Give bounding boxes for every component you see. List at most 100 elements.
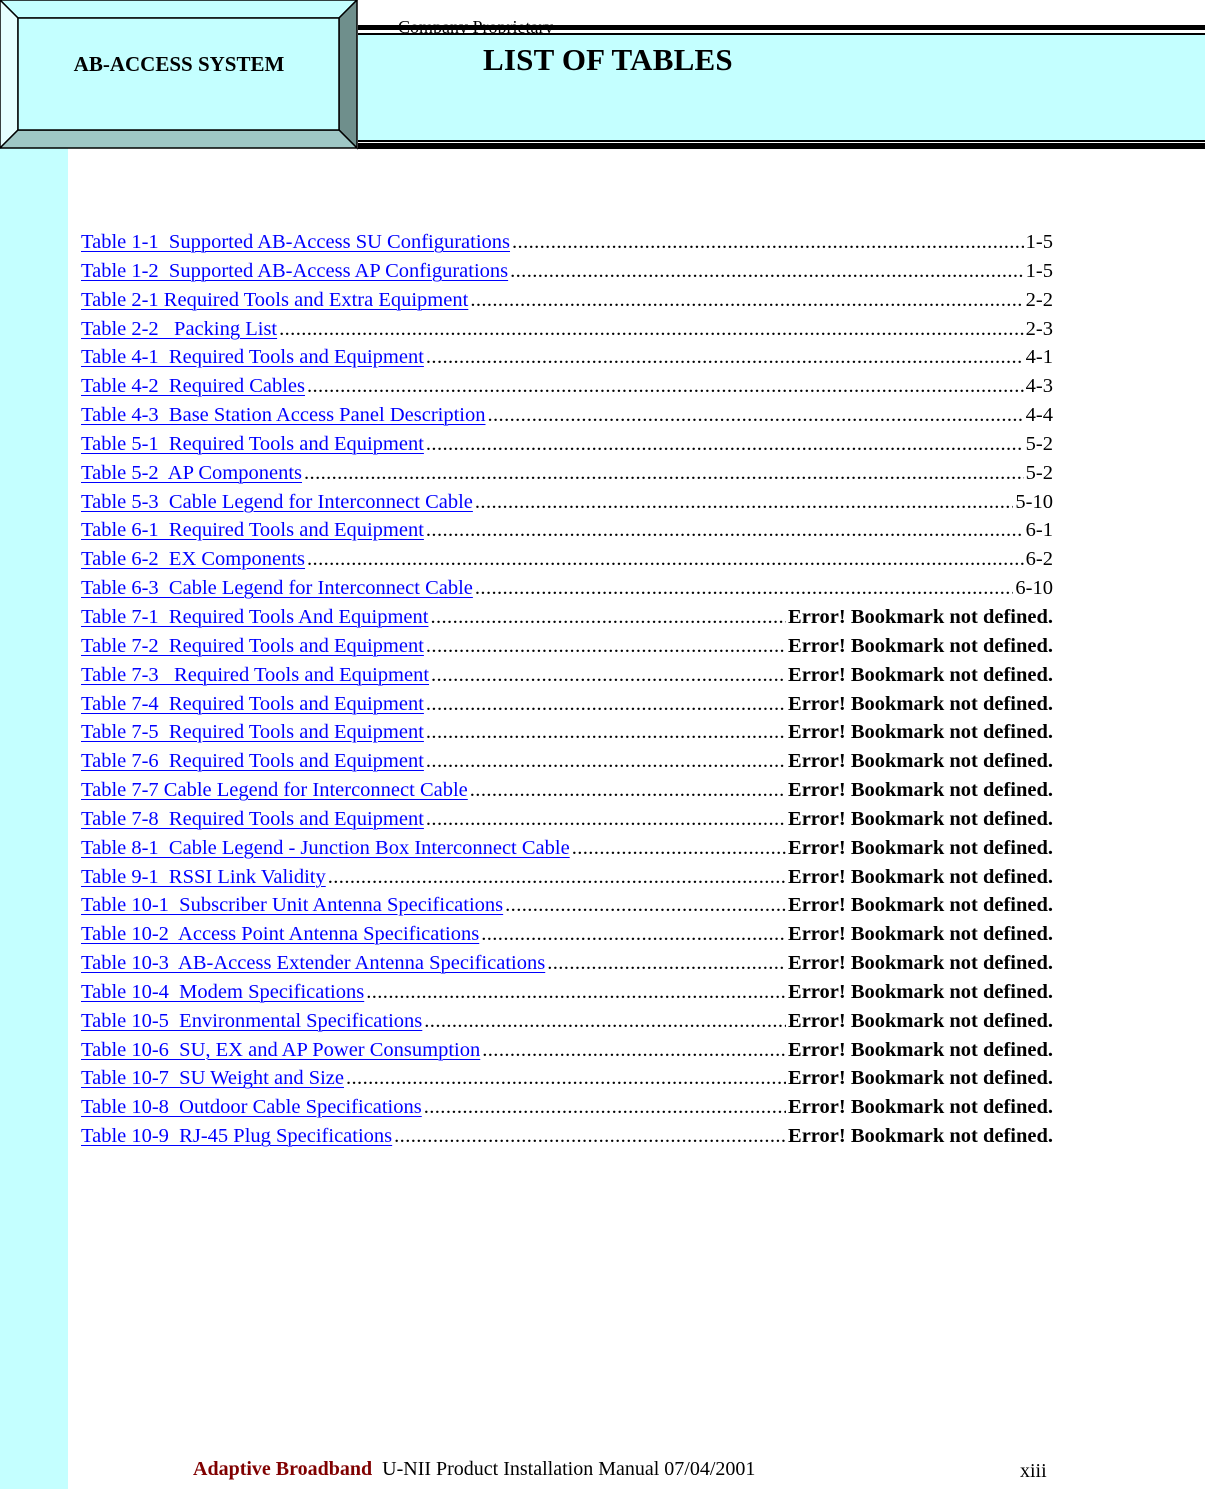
toc-dot-leader — [470, 776, 786, 804]
toc-dot-leader — [510, 257, 1024, 285]
toc-entry: Table 6-1 Required Tools and Equipment 6-… — [81, 516, 1053, 545]
toc-dot-leader — [430, 603, 786, 631]
toc-dot-leader — [304, 459, 1024, 487]
toc-entry-page: 6-1 — [1025, 519, 1053, 542]
toc-entry-link[interactable]: Table 10-6 SU, EX and AP Power Consumpti… — [81, 1036, 480, 1064]
toc-dot-leader — [424, 1093, 786, 1121]
toc-entry-page: 5-2 — [1025, 432, 1053, 455]
toc-entry-link[interactable]: Table 6-3 Cable Legend for Interconnect … — [81, 574, 473, 602]
toc-entry-link[interactable]: Table 10-9 RJ-45 Plug Specifications — [81, 1122, 392, 1150]
toc-entry-error: Error! Bookmark not defined. — [788, 779, 1053, 802]
toc-entry-link[interactable]: Table 10-7 SU Weight and Size — [81, 1064, 344, 1092]
toc-dot-leader — [475, 488, 1014, 516]
toc-dot-leader — [426, 343, 1024, 371]
toc-entry-link[interactable]: Table 2-1 Required Tools and Extra Equip… — [81, 286, 468, 314]
band-rules-overlay — [358, 25, 1205, 35]
toc-entry: Table 10-7 SU Weight and Size Error! Book… — [81, 1064, 1053, 1093]
toc-entry-page: 4-3 — [1025, 375, 1053, 398]
toc-entry-link[interactable]: Table 5-2 AP Components — [81, 459, 302, 487]
toc-entry: Table 7-7 Cable Legend for Interconnect … — [81, 776, 1053, 805]
toc-entry-link[interactable]: Table 7-7 Cable Legend for Interconnect … — [81, 776, 468, 804]
toc-entry-link[interactable]: Table 1-1 Supported AB-Access SU Configu… — [81, 228, 510, 256]
toc-entry-error: Error! Bookmark not defined. — [788, 721, 1053, 744]
toc-entry: Table 7-5 Required Tools and Equipment Er… — [81, 718, 1053, 747]
toc-entry-error: Error! Bookmark not defined. — [788, 836, 1053, 859]
toc-entry-error: Error! Bookmark not defined. — [788, 923, 1053, 946]
toc-entry-link[interactable]: Table 10-8 Outdoor Cable Specifications — [81, 1093, 422, 1121]
toc-entry-link[interactable]: Table 10-3 AB-Access Extender Antenna Sp… — [81, 949, 545, 977]
toc-entry: Table 4-2 Required Cables 4-3 — [81, 372, 1053, 401]
toc-entry-link[interactable]: Table 7-3 Required Tools and Equipment — [81, 661, 429, 689]
toc-entry: Table 10-5 Environmental Specifications E… — [81, 1007, 1053, 1036]
toc-entry-link[interactable]: Table 4-1 Required Tools and Equipment — [81, 343, 424, 371]
toc-dot-leader — [424, 1007, 786, 1035]
footer-brand: Adaptive Broadband — [193, 1458, 373, 1480]
toc-dot-leader — [431, 661, 786, 689]
toc-entry-link[interactable]: Table 2-2 Packing List — [81, 315, 277, 343]
toc-dot-leader — [488, 401, 1024, 429]
toc-entry-link[interactable]: Table 7-2 Required Tools and Equipment — [81, 632, 424, 660]
toc-entry: Table 1-1 Supported AB-Access SU Configu… — [81, 228, 1053, 257]
toc-entry: Table 7-2 Required Tools and Equipment Er… — [81, 632, 1053, 661]
page-title: LIST OF TABLES — [483, 42, 733, 77]
footer-page-number: xiii — [1020, 1460, 1047, 1482]
toc-entry-link[interactable]: Table 9-1 RSSI Link Validity — [81, 863, 326, 891]
toc-entry: Table 10-4 Modem Specifications Error! Bo… — [81, 978, 1053, 1007]
toc-entry-link[interactable]: Table 7-5 Required Tools and Equipment — [81, 718, 424, 746]
toc-entry-link[interactable]: Table 4-3 Base Station Access Panel Desc… — [81, 401, 486, 429]
toc-entry-link[interactable]: Table 7-8 Required Tools and Equipment — [81, 805, 424, 833]
toc-entry: Table 9-1 RSSI Link Validity Error! Bookm… — [81, 863, 1053, 892]
toc-entry: Table 5-2 AP Components 5-2 — [81, 459, 1053, 488]
toc-entry-link[interactable]: Table 1-2 Supported AB-Access AP Configu… — [81, 257, 508, 285]
toc-entry: Table 4-1 Required Tools and Equipment 4-… — [81, 343, 1053, 372]
toc-dot-leader — [481, 920, 786, 948]
toc-entry: Table 6-3 Cable Legend for Interconnect … — [81, 574, 1053, 603]
toc-entry-link[interactable]: Table 5-3 Cable Legend for Interconnect … — [81, 488, 473, 516]
toc-entry-link[interactable]: Table 10-1 Subscriber Unit Antenna Speci… — [81, 891, 503, 919]
toc-entry-link[interactable]: Table 6-2 EX Components — [81, 545, 305, 573]
toc-entry: Table 1-2 Supported AB-Access AP Configu… — [81, 257, 1053, 286]
toc-entry-error: Error! Bookmark not defined. — [788, 1125, 1053, 1148]
toc-entry-link[interactable]: Table 10-5 Environmental Specifications — [81, 1007, 422, 1035]
toc-entry-link[interactable]: Table 4-2 Required Cables — [81, 372, 305, 400]
toc-dot-leader — [426, 747, 786, 775]
toc-dot-leader — [505, 891, 786, 919]
toc-dot-leader — [572, 834, 786, 862]
toc-dot-leader — [366, 978, 786, 1006]
toc-entry: Table 6-2 EX Components 6-2 — [81, 545, 1053, 574]
toc-entry-error: Error! Bookmark not defined. — [788, 750, 1053, 773]
toc-dot-leader — [475, 574, 1014, 602]
toc-entry-error: Error! Bookmark not defined. — [788, 1067, 1053, 1090]
toc-entry: Table 7-8 Required Tools and Equipment Er… — [81, 805, 1053, 834]
toc-entry-link[interactable]: Table 5-1 Required Tools and Equipment — [81, 430, 424, 458]
toc-dot-leader — [426, 430, 1024, 458]
toc-entry-link[interactable]: Table 8-1 Cable Legend - Junction Box In… — [81, 834, 570, 862]
toc-dot-leader — [426, 516, 1024, 544]
toc-entry-page: 4-4 — [1025, 404, 1053, 427]
toc-entry: Table 4-3 Base Station Access Panel Desc… — [81, 401, 1053, 430]
toc-dot-leader — [328, 863, 786, 891]
toc-entry: Table 10-1 Subscriber Unit Antenna Speci… — [81, 891, 1053, 920]
page-footer: Adaptive Broadband U-NII Product Installa… — [193, 1458, 755, 1481]
toc-entry: Table 10-3 AB-Access Extender Antenna Sp… — [81, 949, 1053, 978]
toc-entry: Table 7-1 Required Tools And Equipment Er… — [81, 603, 1053, 632]
toc-entry-page: 4-1 — [1025, 346, 1053, 369]
toc-entry-error: Error! Bookmark not defined. — [788, 605, 1053, 628]
toc-entry-error: Error! Bookmark not defined. — [788, 865, 1053, 888]
toc-entry-page: 2-2 — [1025, 288, 1053, 311]
toc-dot-leader — [426, 632, 786, 660]
list-of-tables: Table 1-1 Supported AB-Access SU Configu… — [81, 228, 1053, 1151]
toc-dot-leader — [426, 718, 786, 746]
toc-entry-link[interactable]: Table 7-6 Required Tools and Equipment — [81, 747, 424, 775]
toc-entry: Table 8-1 Cable Legend - Junction Box In… — [81, 834, 1053, 863]
toc-entry-link[interactable]: Table 6-1 Required Tools and Equipment — [81, 516, 424, 544]
toc-dot-leader — [346, 1064, 786, 1092]
system-badge: AB-ACCESS SYSTEM — [0, 0, 358, 150]
toc-entry-link[interactable]: Table 10-2 Access Point Antenna Specific… — [81, 920, 479, 948]
toc-entry-link[interactable]: Table 7-1 Required Tools And Equipment — [81, 603, 428, 631]
toc-dot-leader — [512, 228, 1024, 256]
toc-entry-link[interactable]: Table 10-4 Modem Specifications — [81, 978, 364, 1006]
toc-entry-link[interactable]: Table 7-4 Required Tools and Equipment — [81, 690, 424, 718]
toc-entry-page: 2-3 — [1025, 317, 1053, 340]
toc-entry-error: Error! Bookmark not defined. — [788, 1009, 1053, 1032]
